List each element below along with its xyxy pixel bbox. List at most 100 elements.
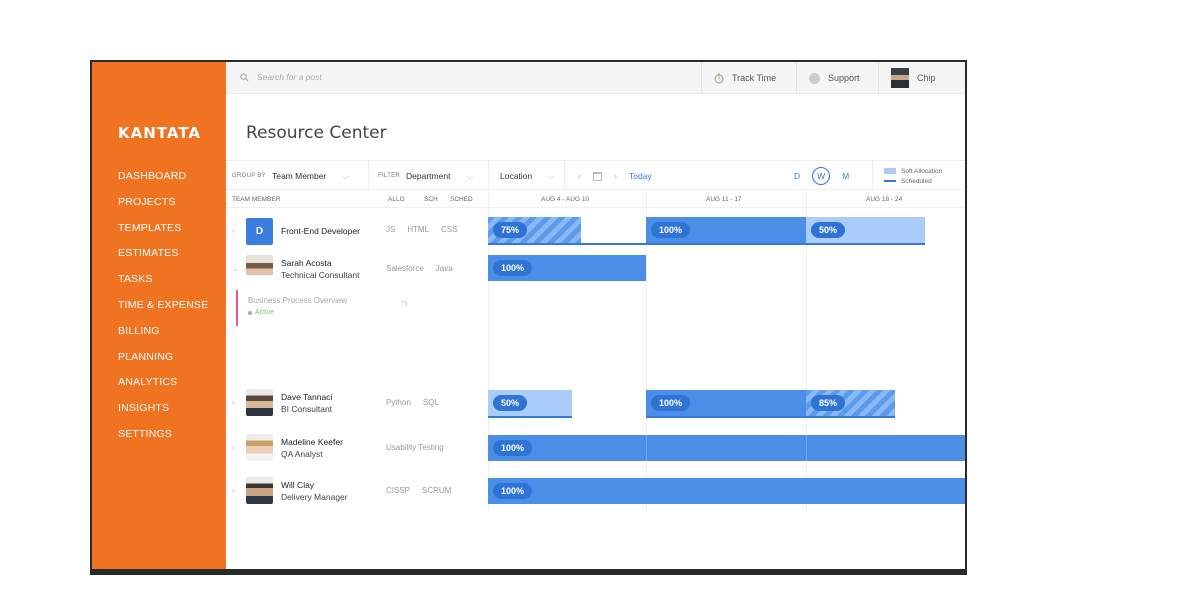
sidebar-nav: DASHBOARD PROJECTS TEMPLATES ESTIMATES T… <box>118 169 208 453</box>
skill-tag: Java <box>435 264 453 273</box>
nav-estimates[interactable]: ESTIMATES <box>118 246 208 272</box>
skills: Salesforce Java <box>384 264 455 273</box>
allocation-pill: 100% <box>651 395 691 411</box>
view-day-button[interactable]: D <box>794 171 800 181</box>
week-header: AUG 18 - 24 <box>866 196 903 203</box>
team-member-header: TEAM MEMBER <box>232 196 281 203</box>
chevron-right-icon[interactable]: › <box>232 398 235 407</box>
skill-tag: SQL <box>422 398 439 407</box>
allocation-pill: 50% <box>811 222 846 238</box>
allocation-bar[interactable]: 100% <box>646 390 806 416</box>
group-by-label: GROUP BY <box>232 173 266 179</box>
member-name: Dave Tannaci <box>281 392 333 402</box>
member-name: Sarah Acosta <box>281 258 332 268</box>
project-row[interactable]: Business Process Overview Active 75 <box>226 288 965 328</box>
table-row[interactable]: › Madeline Keefer QA Analyst Usability T… <box>226 429 965 467</box>
scheduled-swatch <box>884 180 896 182</box>
divider <box>872 161 873 191</box>
nav-planning[interactable]: PLANNING <box>118 350 208 376</box>
chevron-right-icon[interactable]: › <box>232 226 235 235</box>
date-nav: ‹ › Today <box>578 161 652 191</box>
nav-billing[interactable]: BILLING <box>118 324 208 350</box>
allocation-bar[interactable]: 50% <box>806 217 925 243</box>
chevron-left-icon[interactable]: ‹ <box>578 171 581 181</box>
search-box[interactable]: Search for a post <box>240 72 322 82</box>
support-label: Support <box>828 73 860 83</box>
nav-dashboard[interactable]: DASHBOARD <box>118 169 208 195</box>
allocation-bar[interactable]: 50% <box>488 390 572 416</box>
nav-projects[interactable]: PROJECTS <box>118 195 208 221</box>
calendar-icon[interactable] <box>593 171 602 181</box>
nav-tasks[interactable]: TASKS <box>118 272 208 298</box>
support-icon <box>809 72 820 84</box>
nav-analytics[interactable]: ANALYTICS <box>118 375 208 401</box>
legend-soft-allocation: Soft Allocation <box>884 168 942 175</box>
member-info: Will Clay Delivery Manager <box>281 479 348 503</box>
member-title: BI Consultant <box>281 404 333 414</box>
chevron-right-icon[interactable]: › <box>232 486 235 495</box>
member-info: Madeline Keefer QA Analyst <box>281 436 343 460</box>
allocation-bar[interactable]: 100% <box>488 255 646 281</box>
view-month-button[interactable]: M <box>842 171 849 181</box>
allocation-bar[interactable]: 100% <box>488 478 965 504</box>
soft-allocation-swatch <box>884 168 896 174</box>
view-switcher: D W M <box>794 161 849 191</box>
table-row[interactable]: › Dave Tannaci BI Consultant Python SQL … <box>226 384 965 422</box>
legend-scheduled: Scheduled <box>884 178 932 185</box>
group-by-select[interactable]: GROUP BY Team Member ⌵ <box>232 161 349 191</box>
allocation-pill: 100% <box>493 483 533 499</box>
track-time-label: Track Time <box>732 73 777 83</box>
nav-settings[interactable]: SETTINGS <box>118 427 208 453</box>
skill-tag: Python <box>386 398 411 407</box>
chevron-right-icon[interactable]: › <box>614 171 617 181</box>
grid-divider <box>646 435 647 461</box>
support-button[interactable]: Support <box>796 62 878 94</box>
today-button[interactable]: Today <box>629 171 652 181</box>
nav-templates[interactable]: TEMPLATES <box>118 221 208 247</box>
location-select[interactable]: Location ⌵ <box>500 161 555 191</box>
skill-tag: SCRUM <box>422 486 452 495</box>
skills: CISSP SCRUM <box>384 486 453 495</box>
allocation-pill: 85% <box>811 395 846 411</box>
member-title: QA Analyst <box>281 449 323 459</box>
view-week-button[interactable]: W <box>812 167 831 185</box>
table-row[interactable]: › Will Clay Delivery Manager CISSP SCRUM… <box>226 472 965 510</box>
skills: Usability Testing <box>384 443 446 452</box>
user-avatar <box>891 68 909 88</box>
allocation-bar[interactable]: 100% <box>488 435 965 461</box>
skill-tag: Usability Testing <box>386 443 444 452</box>
allocation-pill: 50% <box>493 395 528 411</box>
search-input[interactable]: Search for a post <box>257 72 322 82</box>
top-bar: Search for a post Track Time Support Chi… <box>226 62 965 94</box>
user-menu[interactable]: Chip <box>878 62 965 94</box>
nav-insights[interactable]: INSIGHTS <box>118 401 208 427</box>
chevron-down-icon: ⌵ <box>548 170 555 181</box>
table-row[interactable]: › D Front-End Developer JS HTML CSS 75% … <box>226 212 965 248</box>
sch-header: SCH <box>424 196 438 203</box>
user-name: Chip <box>917 73 936 83</box>
filter-value: Department <box>406 171 451 181</box>
page-title: Resource Center <box>246 123 387 143</box>
member-info: Dave Tannaci BI Consultant <box>281 391 332 415</box>
allocation-bar[interactable]: 100% <box>646 217 806 243</box>
nav-time-expense[interactable]: TIME & EXPENSE <box>118 298 208 324</box>
allocation-bar[interactable]: 85% <box>806 390 895 416</box>
project-name: Business Process Overview <box>248 296 348 305</box>
track-time-button[interactable]: Track Time <box>701 62 796 94</box>
avatar <box>246 389 273 416</box>
scheduled-line <box>488 243 925 245</box>
skill-tag: CISSP <box>386 486 411 495</box>
chevron-down-icon: ⌵ <box>342 170 350 181</box>
role-avatar: D <box>246 218 273 245</box>
table-row[interactable]: ⌄ Sarah Acosta Technical Consultant Sale… <box>226 250 965 286</box>
member-info: Sarah Acosta Technical Consultant <box>281 257 359 281</box>
sched-header: SCHED <box>450 196 473 203</box>
allocation-bar[interactable]: 75% <box>488 217 581 243</box>
filter-select[interactable]: FILTER Department ⌵ <box>378 161 473 191</box>
skills: Python SQL <box>384 398 441 407</box>
chevron-down-icon[interactable]: ⌄ <box>232 264 239 273</box>
chevron-right-icon[interactable]: › <box>232 443 235 452</box>
chevron-down-icon: ⌵ <box>466 170 474 181</box>
skill-tag: CSS <box>441 225 458 234</box>
logo: KANTATA <box>118 124 201 142</box>
